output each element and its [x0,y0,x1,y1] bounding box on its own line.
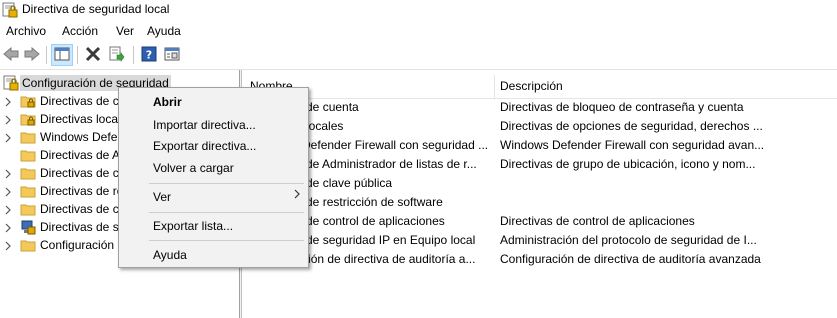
context-menu-separator [149,183,304,184]
context-menu-label: Abrir [153,95,182,109]
table-row[interactable]: Directivas de Administrador de listas de… [242,155,837,174]
menu-archivo[interactable]: Archivo [6,24,46,38]
row-description: Directivas de opciones de seguridad, der… [500,119,763,133]
chevron-right-icon[interactable] [4,222,12,233]
tree-item-label: Directivas local [40,112,121,126]
context-menu-ayuda[interactable]: Ayuda [119,244,308,266]
table-row[interactable]: Configuración de directiva de auditoría … [242,250,837,269]
table-row[interactable]: Directivas de restricción de software [242,193,837,212]
details-pane: Nombre Descripción Directivas de cuenta … [242,70,837,318]
table-row[interactable]: Directivas de clave pública [242,174,837,193]
security-policy-app-icon [2,2,18,21]
row-description: Directivas de control de aplicaciones [500,214,695,228]
table-row[interactable]: Directivas de cuenta Directivas de bloqu… [242,98,837,117]
row-description: Directivas de grupo de ubicación, icono … [500,157,756,171]
forward-icon [24,46,40,64]
toolbar-separator [133,46,134,64]
context-menu-ver[interactable]: Ver [119,186,308,208]
chevron-right-icon[interactable] [4,204,12,215]
folder-icon [20,165,36,181]
toolbar: ? [0,42,837,68]
tree-item-label: Configuración [40,238,115,252]
tree-item-label: Directivas de re [40,184,124,198]
export-list-icon [109,46,125,65]
menu-ver[interactable]: Ver [116,24,134,38]
chevron-right-icon[interactable] [4,240,12,251]
back-button[interactable] [0,44,22,66]
help-button[interactable]: ? [138,44,160,66]
row-description: Windows Defender Firewall con seguridad … [500,138,765,152]
chevron-right-icon[interactable] [4,186,12,197]
ipsec-icon [20,219,36,235]
context-menu-label: Importar directiva... [153,118,256,132]
folder-icon [20,237,36,253]
context-menu-separator [149,240,304,241]
tree-item-label: Directivas de c [40,94,119,108]
context-menu-label: Ayuda [153,248,187,262]
forward-button[interactable] [21,44,43,66]
context-menu-exportar-directiva[interactable]: Exportar directiva... [119,135,308,157]
chevron-right-icon[interactable] [4,132,12,143]
table-row[interactable]: Windows Defender Firewall con seguridad … [242,136,837,155]
context-menu-volver-a-cargar[interactable]: Volver a cargar [119,157,308,179]
context-menu-importar-directiva[interactable]: Importar directiva... [119,114,308,136]
table-row[interactable]: Directivas de seguridad IP en Equipo loc… [242,231,837,250]
chevron-right-icon[interactable] [4,96,12,107]
folder-lock-icon [20,111,36,127]
folder-icon [20,183,36,199]
help-icon: ? [141,46,157,65]
tree-item-label: Directivas de se [40,220,126,234]
chevron-right-icon [294,189,300,202]
tree-item-label: Directivas de co [40,202,126,216]
menu-ayuda[interactable]: Ayuda [147,24,181,38]
delete-icon [85,46,101,65]
row-description: Directivas de bloqueo de contraseña y cu… [500,100,744,114]
show-hide-tree-icon [54,47,70,64]
context-menu-label: Exportar lista... [153,219,234,233]
security-policy-icon [3,75,19,91]
title-bar: Directiva de seguridad local [0,0,837,20]
table-row[interactable]: Directivas locales Directivas de opcione… [242,117,837,136]
toolbar-separator [46,46,47,64]
folder-lock-icon [20,93,36,109]
context-menu-label: Exportar directiva... [153,139,257,153]
chevron-right-icon[interactable] [4,114,12,125]
menu-accion[interactable]: Acción [62,24,98,38]
toolbar-separator [77,46,78,64]
context-menu-label: Ver [153,190,172,204]
context-menu-abrir[interactable]: Abrir [119,91,308,113]
context-menu-exportar-lista[interactable]: Exportar lista... [119,215,308,237]
folder-icon [20,129,36,145]
svg-text:?: ? [146,48,152,61]
show-hide-tree-button[interactable] [51,44,73,66]
delete-button[interactable] [82,44,104,66]
column-divider[interactable] [494,75,495,99]
row-description: Administración del protocolo de segurida… [500,233,757,247]
back-icon [3,46,19,64]
table-row[interactable]: Directivas de control de aplicaciones Di… [242,212,837,231]
tree-item-label: Directivas de A [40,148,121,162]
context-menu-separator [149,212,304,213]
list-header: Nombre Descripción [242,75,837,99]
context-menu: Abrir Importar directiva... Exportar dir… [118,87,309,268]
properties-button[interactable] [161,44,183,66]
column-header-descripcion[interactable]: Descripción [500,79,563,93]
tree-item-label: Windows Defen [40,130,125,144]
row-description: Configuración de directiva de auditoría … [500,252,761,266]
properties-icon [164,47,180,64]
export-list-button[interactable] [106,44,128,66]
folder-icon [20,201,36,217]
folder-icon [20,147,36,163]
context-menu-label: Volver a cargar [153,161,234,175]
window-title: Directiva de seguridad local [22,2,170,16]
tree-item-label: Directivas de cl [40,166,122,180]
menu-bar: Archivo Acción Ver Ayuda [0,21,837,41]
chevron-right-icon[interactable] [4,168,12,179]
